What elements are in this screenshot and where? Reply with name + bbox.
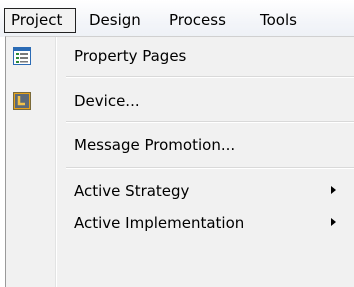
project-dropdown-menu: Property Pages Device... Message Promoti… [5,36,354,287]
menu-separator [66,76,354,78]
menu-item-label: Property Pages [74,47,187,65]
menu-tools[interactable]: Tools [260,9,297,31]
device-icon [13,92,31,110]
menu-process[interactable]: Process [169,9,226,31]
menu-item-device[interactable]: Device... [6,85,354,117]
menu-item-active-implementation[interactable]: Active Implementation [6,207,354,239]
menu-item-property-pages[interactable]: Property Pages [6,40,354,72]
submenu-arrow-icon [331,218,336,226]
icon-gutter [6,37,54,287]
gutter-divider-highlight [56,37,57,287]
menu-item-label: Active Implementation [74,214,245,232]
menu-project[interactable]: Project [4,8,76,33]
menu-item-active-strategy[interactable]: Active Strategy [6,175,354,207]
menu-item-label: Message Promotion... [74,136,236,154]
menu-item-label: Active Strategy [74,182,190,200]
submenu-arrow-icon [331,186,336,194]
menu-separator [66,167,354,169]
menu-separator [66,121,354,123]
property-pages-icon [13,47,31,65]
menu-bar: Project Design Process Tools [0,0,354,37]
menu-design[interactable]: Design [89,9,141,31]
menu-item-message-promotion[interactable]: Message Promotion... [6,129,354,161]
menu-item-label: Device... [74,92,140,110]
